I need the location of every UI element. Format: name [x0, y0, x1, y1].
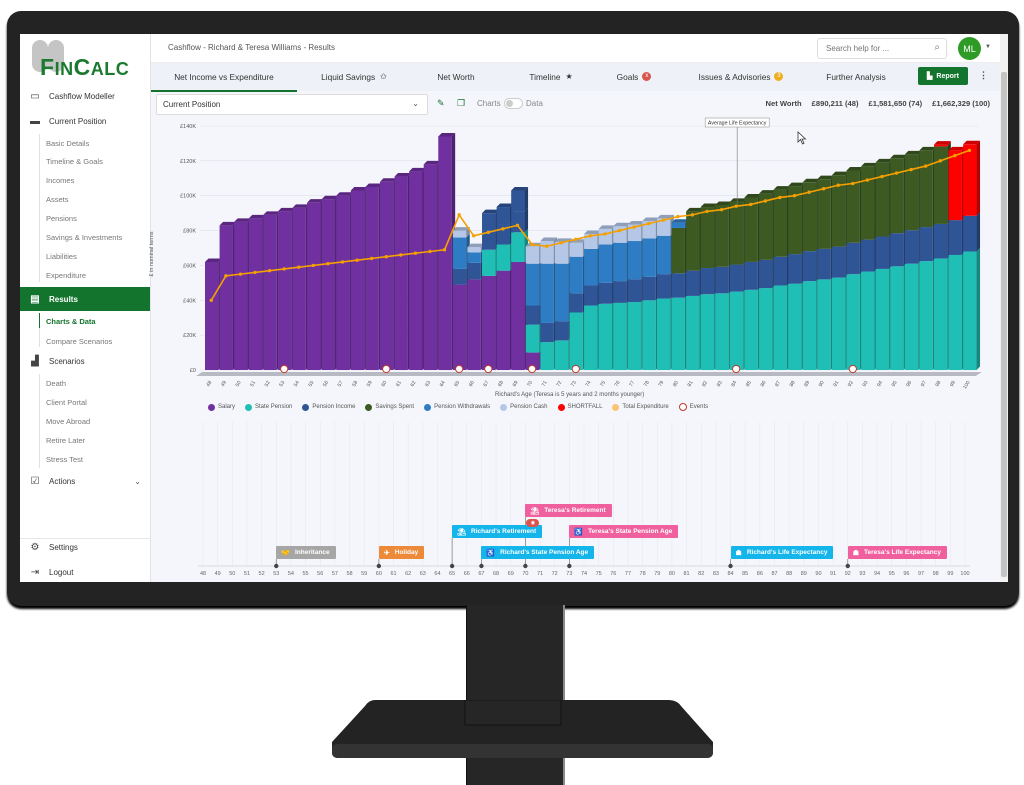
- timeline-age-label: 73: [566, 571, 572, 577]
- timeline-age-label: 50: [229, 571, 235, 577]
- gravestone-icon: ☗: [852, 549, 860, 557]
- timeline-event-label: Teresa's State Pension Age: [588, 528, 673, 535]
- gravestone-icon: ☗: [735, 549, 742, 557]
- timeline-age-label: 64: [434, 571, 440, 577]
- timeline-age-label: 70: [522, 571, 528, 577]
- rocking-chair-icon: ♿: [486, 549, 496, 557]
- timeline-age-label: 66: [464, 571, 470, 577]
- timeline-age-label: 98: [933, 571, 939, 577]
- timeline-dot: [449, 563, 455, 569]
- timeline-event-richard-s-life-expectancy[interactable]: ☗ Richard's Life Expectancy: [730, 546, 834, 559]
- timeline-event-label: Inheritance: [294, 549, 330, 556]
- timeline-age-label: 52: [259, 571, 265, 577]
- timeline-chart: 48 49 50 51 52 53 54 55 56 57 58 59 60 61 62 63 64 65 66 67…: [198, 422, 970, 577]
- timeline-age-label: 53: [273, 571, 279, 577]
- timeline-dot: [274, 563, 279, 569]
- timeline-age-label: 48: [200, 571, 206, 577]
- timeline-age-label: 55: [303, 571, 309, 577]
- monitor-stand-neck: [466, 605, 565, 785]
- timeline-age-label: 78: [640, 571, 646, 577]
- timeline-event-label: Teresa's Life Expectancy: [864, 549, 941, 556]
- timeline-age-label: 82: [698, 571, 704, 577]
- timeline-age-label: 79: [654, 571, 660, 577]
- timeline-age-label: 81: [684, 571, 690, 577]
- timeline-age-label: 71: [537, 571, 543, 577]
- timeline-event-richard-s-state-pension-age[interactable]: ♿ Richard's State Pension Age: [481, 546, 595, 559]
- timeline-age-label: 56: [317, 571, 323, 577]
- timeline-event-label: Teresa's Retirement: [544, 507, 606, 514]
- timeline-age-label: 54: [288, 571, 294, 577]
- timeline-age-label: 65: [449, 571, 455, 577]
- timeline-age-label: 88: [786, 571, 792, 577]
- timeline-age-label: 94: [874, 571, 880, 577]
- timeline-age-label: 63: [420, 571, 426, 577]
- timeline-age-label: 59: [361, 571, 367, 577]
- timeline-age-label: 91: [830, 571, 836, 577]
- timeline-age-label: 86: [757, 571, 763, 577]
- timeline-dot: [479, 563, 484, 569]
- timeline-age-label: 49: [215, 571, 221, 577]
- timeline-age-label: 57: [332, 571, 338, 577]
- handshake-icon: 🤝: [281, 549, 290, 557]
- mouse-cursor: [797, 131, 807, 145]
- timeline-age-label: 67: [478, 571, 484, 577]
- timeline-event-label: Richard's State Pension Age: [500, 549, 589, 556]
- timeline-age-label: 99: [947, 571, 953, 577]
- timeline-age-label: 62: [405, 571, 411, 577]
- timeline-age-label: 95: [889, 571, 895, 577]
- beach-umbrella-icon: ⛱: [457, 528, 466, 536]
- timeline-event-teresa-s-state-pension-age[interactable]: ♿ Teresa's State Pension Age: [569, 525, 679, 538]
- timeline-age-label: 90: [815, 571, 821, 577]
- timeline-age-label: 89: [801, 571, 807, 577]
- timeline-dot: [728, 563, 733, 569]
- timeline-event-teresa-s-retirement[interactable]: ⛱ Teresa's Retirement: [525, 504, 612, 517]
- timeline-age-label: 60: [376, 571, 382, 577]
- timeline-event-label: Holiday: [394, 549, 419, 556]
- timeline-age-label: 84: [727, 571, 733, 577]
- timeline-age-label: 92: [845, 571, 851, 577]
- timeline-age-label: 77: [625, 571, 631, 577]
- timeline-age-label: 58: [346, 571, 352, 577]
- timeline-age-label: 68: [493, 571, 499, 577]
- timeline-age-label: 51: [244, 571, 250, 577]
- timeline-age-label: 75: [596, 571, 602, 577]
- timeline-dot: [567, 563, 572, 569]
- timeline-dot: [845, 563, 850, 569]
- timeline-event-teresa-s-life-expectancy[interactable]: ☗ Teresa's Life Expectancy: [847, 546, 947, 559]
- beach-umbrella-icon: ⛱: [530, 507, 540, 515]
- monitor-stand-base: [332, 700, 713, 758]
- timeline-age-label: 76: [610, 571, 616, 577]
- timeline-age-label: 69: [508, 571, 514, 577]
- plane-icon: ✈: [383, 549, 390, 557]
- timeline-event-label: Richard's Life Expectancy: [746, 549, 828, 556]
- timeline-age-label: 83: [713, 571, 719, 577]
- timeline-age-label: 97: [918, 571, 924, 577]
- timeline-age-label: 93: [859, 571, 865, 577]
- timeline-age-label: 100: [960, 571, 969, 577]
- timeline-age-label: 80: [669, 571, 675, 577]
- timeline-age-label: 85: [742, 571, 748, 577]
- timeline-event-inheritance[interactable]: 🤝 Inheritance: [276, 546, 336, 559]
- timeline-age-label: 96: [903, 571, 909, 577]
- app-screen: FINCALC ▭ Cashflow Modeller ▬ Current Po…: [20, 34, 1008, 582]
- timeline-dot: [376, 563, 382, 569]
- timeline-dot: [523, 563, 528, 569]
- timeline-event-label: Richard's Retirement: [471, 528, 537, 535]
- timeline-age-label: 87: [771, 571, 777, 577]
- camera-icon[interactable]: ◉: [526, 519, 540, 527]
- timeline-age-label: 74: [581, 571, 587, 577]
- timeline-age-label: 61: [390, 571, 396, 577]
- rocking-chair-icon: ♿: [574, 528, 584, 536]
- timeline-event-holiday[interactable]: ✈ Holiday: [378, 546, 425, 559]
- timeline-age-label: 72: [552, 571, 558, 577]
